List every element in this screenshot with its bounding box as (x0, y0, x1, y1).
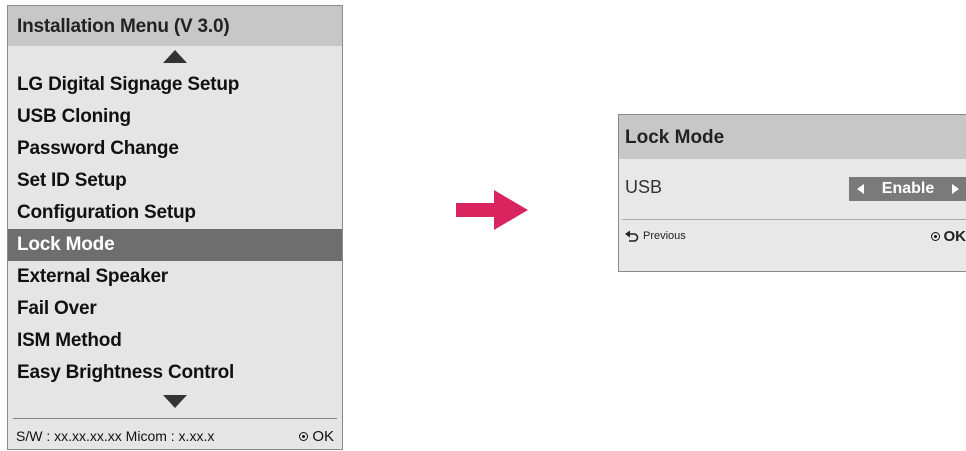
ok-button-icon (930, 231, 940, 241)
menu-list: LG Digital Signage Setup USB Cloning Pas… (8, 69, 342, 389)
software-version-info: S/W : xx.xx.xx.xx Micom : x.xx.x (16, 428, 215, 444)
previous-label: Previous (643, 230, 686, 242)
arrow-left-icon[interactable] (857, 184, 864, 194)
menu-footer-divider (13, 418, 337, 419)
menu-item-ism-method[interactable]: ISM Method (8, 325, 342, 357)
scroll-up-icon[interactable] (163, 50, 187, 63)
usb-label: USB (625, 177, 663, 197)
lock-mode-panel: Lock Mode USB Enable Previous OK (618, 114, 966, 272)
menu-item-set-id-setup[interactable]: Set ID Setup (8, 165, 342, 197)
menu-item-lg-digital-signage-setup[interactable]: LG Digital Signage Setup (8, 69, 342, 101)
back-arrow-icon (625, 230, 639, 242)
menu-item-external-speaker[interactable]: External Speaker (8, 261, 342, 293)
lock-mode-footer: Previous OK (625, 226, 966, 246)
menu-ok-label: OK (312, 427, 334, 445)
previous-button[interactable]: Previous (625, 230, 686, 242)
lock-footer-divider (622, 219, 966, 220)
menu-item-configuration-setup[interactable]: Configuration Setup (8, 197, 342, 229)
menu-item-easy-brightness-control[interactable]: Easy Brightness Control (8, 357, 342, 389)
scroll-down-icon[interactable] (163, 395, 187, 408)
lock-ok-button[interactable]: OK (930, 227, 966, 245)
menu-item-usb-cloning[interactable]: USB Cloning (8, 101, 342, 133)
menu-item-lock-mode[interactable]: Lock Mode (8, 229, 342, 261)
ok-button-icon (299, 431, 309, 441)
menu-footer: S/W : xx.xx.xx.xx Micom : x.xx.x OK (16, 425, 334, 447)
menu-item-fail-over[interactable]: Fail Over (8, 293, 342, 325)
menu-ok-button[interactable]: OK (299, 428, 334, 445)
usb-value-selector[interactable]: Enable (849, 177, 966, 201)
menu-title: Installation Menu (V 3.0) (8, 6, 342, 46)
usb-value: Enable (881, 180, 935, 197)
installation-menu-panel: Installation Menu (V 3.0) LG Digital Sig… (7, 5, 343, 450)
lock-ok-label: OK (943, 227, 966, 245)
right-arrow-icon (456, 190, 528, 230)
menu-item-password-change[interactable]: Password Change (8, 133, 342, 165)
arrow-right-icon[interactable] (952, 184, 959, 194)
lock-mode-title: Lock Mode (619, 115, 966, 159)
